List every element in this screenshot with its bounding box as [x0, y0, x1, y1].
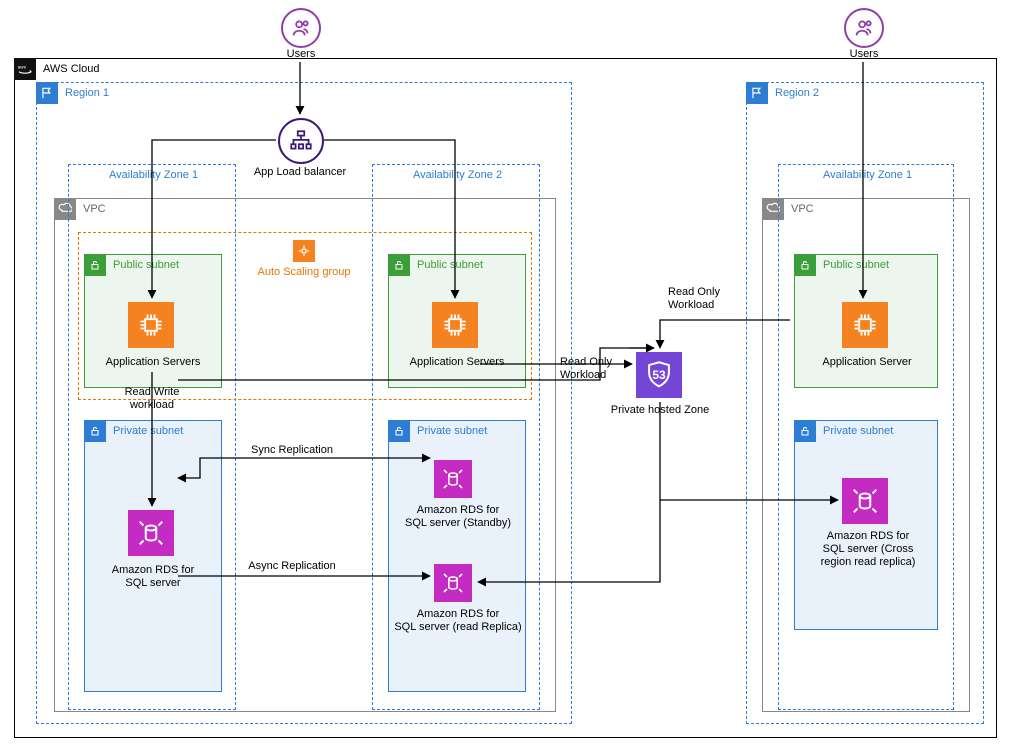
az1-label: Availability Zone 1	[109, 169, 198, 181]
lock-icon	[794, 254, 816, 276]
route53-icon: 53	[636, 352, 682, 398]
app-servers-label-l2: Application Servers	[402, 356, 512, 369]
az1-r2-label: Availability Zone 1	[823, 169, 912, 181]
sync-replication-label: Sync Replication	[242, 444, 342, 457]
diagram-canvas: Users Users aws AWS Cloud Region 1 Regio…	[0, 0, 1011, 748]
app-server-label-r: Application Server	[814, 356, 920, 369]
ec2-icon	[432, 302, 478, 348]
rds-read-replica-icon	[434, 564, 472, 602]
ec2-icon	[842, 302, 888, 348]
private-subnet-label: Private subnet	[823, 425, 893, 437]
public-subnet-label: Public subnet	[823, 259, 889, 271]
rds-cross-region-label: Amazon RDS forSQL server (Crossregion re…	[808, 530, 928, 570]
users-icon-r2	[844, 8, 884, 48]
ec2-icon	[128, 302, 174, 348]
ro-workload-label-1: Read Only Workload	[560, 356, 632, 382]
asg-label: Auto Scaling group	[256, 266, 352, 279]
public-subnet-label: Public subnet	[113, 259, 179, 271]
async-replication-label: Async Replication	[242, 560, 342, 573]
rds-standby-icon	[434, 460, 472, 498]
region1-badge	[36, 82, 58, 104]
asg-icon	[293, 240, 315, 262]
rw-workload-label: Read Write workload	[112, 386, 192, 412]
private-subnet-l1: Private subnet	[84, 420, 222, 692]
svg-text:aws: aws	[18, 64, 27, 69]
rds-standby-label: Amazon RDS forSQL server (Standby)	[397, 504, 519, 530]
lock-icon	[388, 420, 410, 442]
region2-label: Region 2	[775, 87, 819, 99]
rds-read-replica-label: Amazon RDS forSQL server (read Replica)	[388, 608, 528, 634]
users-icon	[281, 8, 321, 48]
private-subnet-r: Private subnet	[794, 420, 938, 630]
rds-primary-label: Amazon RDS forSQL server	[100, 564, 206, 590]
lock-icon	[84, 420, 106, 442]
rds-cross-region-icon	[842, 478, 888, 524]
private-subnet-label: Private subnet	[417, 425, 487, 437]
public-subnet-label: Public subnet	[417, 259, 483, 271]
lock-icon	[794, 420, 816, 442]
region2-badge	[746, 82, 768, 104]
lock-icon	[84, 254, 106, 276]
rds-icon	[128, 510, 174, 556]
app-servers-label-l1: Application Servers	[98, 356, 208, 369]
private-subnet-label: Private subnet	[113, 425, 183, 437]
lock-icon	[388, 254, 410, 276]
az2-label: Availability Zone 2	[413, 169, 502, 181]
route53-label: Private hosted Zone	[604, 404, 716, 417]
elb-label: App Load balancer	[250, 166, 350, 179]
ro-workload-label-2: Read Only Workload	[668, 286, 740, 312]
elb-icon	[278, 118, 324, 164]
aws-cloud-label: AWS Cloud	[43, 63, 99, 75]
aws-logo-badge: aws	[14, 58, 36, 80]
region1-label: Region 1	[65, 87, 109, 99]
